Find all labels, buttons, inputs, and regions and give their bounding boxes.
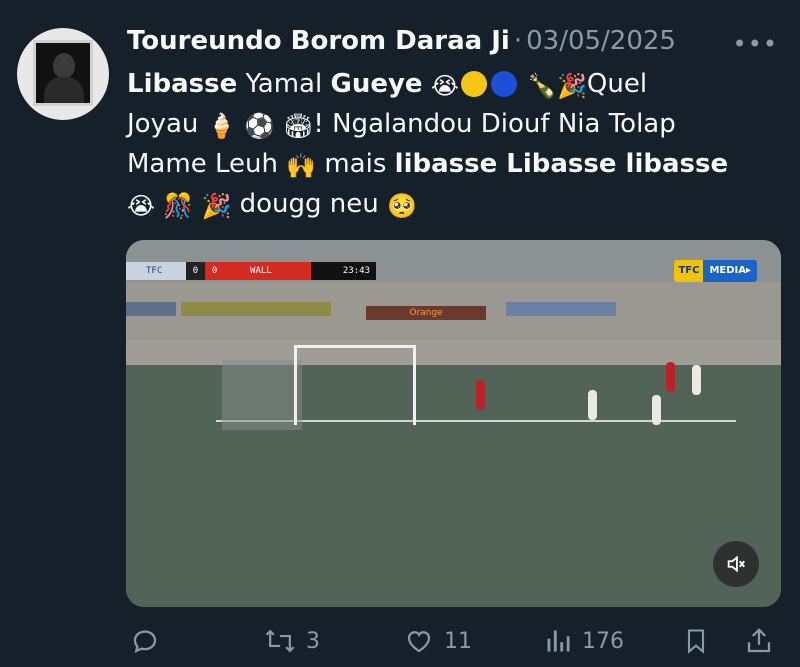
heart-icon [404,626,434,656]
text-quel: Quel [586,69,648,99]
tweet-date[interactable]: 03/05/2025 [526,26,676,56]
blue-circle-icon [490,71,517,97]
player-red [476,380,485,410]
ice-cream-emoji-icon: 🍦 [206,112,237,140]
bookmark-icon [682,626,710,656]
score-team2: WALL [224,262,311,280]
score-team1: TFC [126,262,186,280]
avatar-portrait-head [53,53,75,79]
retweet-button[interactable]: 3 [264,626,320,656]
sob-emoji-icon: 😭 [127,192,156,220]
text-mais: mais [316,149,395,179]
author-name[interactable]: Toureundo Borom Daraa Ji [127,26,510,56]
text-bold-libasse-repeat: libasse Libasse libasse [394,149,729,179]
goal-post [294,345,416,425]
reply-button[interactable] [130,626,170,656]
text-bold-gueye: Gueye [330,69,423,99]
more-options-icon[interactable]: ••• [733,30,778,58]
avatar-portrait-frame [33,40,93,106]
video-player[interactable]: Orange TFC 0 0 WALL 23:43 TFC MEDIA▸ [126,240,781,607]
text-yamal: Yamal [237,69,331,99]
champagne-emoji-icon: 🍾 [527,72,558,100]
share-button[interactable] [744,626,774,656]
views-button[interactable]: 176 [544,626,624,656]
like-count: 11 [444,628,472,654]
text-joyau: Joyau [127,109,199,139]
party-popper-emoji-icon: 🎉 [201,192,232,220]
stadium-emoji-icon: 🏟 [282,112,314,140]
header-separator: · [513,26,523,56]
video-adboard [506,302,616,316]
confetti-ball-emoji-icon: 🎊 [163,192,194,220]
scoreboard: TFC 0 0 WALL 23:43 [126,262,376,280]
score-home: 0 [185,262,206,280]
tweet-actions: 3 11 176 [0,618,800,664]
text-mame-leuh: Mame Leuh [127,149,278,179]
yellow-circle-icon [460,71,487,97]
score-away: 0 [205,262,225,280]
views-count: 176 [582,628,624,654]
player-white [692,365,701,395]
player-white [652,395,661,425]
goal-net [222,360,302,430]
player-red [666,362,675,392]
sob-emoji-icon: 😭 [430,72,459,100]
retweet-count: 3 [306,628,320,654]
orange-adboard: Orange [366,306,486,320]
party-popper-emoji-icon: 🎉 [557,72,587,100]
pleading-face-emoji-icon: 🥺 [387,192,417,220]
tfc-media-logo: TFC MEDIA▸ [674,260,757,282]
text-ngalandou: ! Ngalandou Diouf Nia Tolap [313,109,676,139]
raised-hands-emoji-icon: 🙌 [286,152,317,180]
player-white [588,390,597,420]
text-bold-libasse: Libasse [127,69,238,99]
tweet: Toureundo Borom Daraa Ji · 03/05/2025 ••… [0,0,800,667]
share-upload-icon [744,626,774,656]
reply-icon [130,626,160,656]
tweet-header: Toureundo Borom Daraa Ji · 03/05/2025 [127,26,770,62]
text-dougg-neu: dougg neu [231,189,379,219]
score-clock: 23:43 [310,262,376,280]
tfc-logo-text: TFC [674,260,704,282]
analytics-bar-icon [544,626,572,656]
video-adboard [126,302,176,316]
bookmark-button[interactable] [682,626,710,656]
volume-muted-icon[interactable] [713,541,759,587]
video-adboard [181,302,331,316]
like-button[interactable]: 11 [404,626,472,656]
avatar-portrait-body [44,77,84,103]
media-logo-text: MEDIA▸ [703,260,757,282]
tweet-text: Libasse Yamal Gueye 😭 🍾🎉Quel Joyau 🍦 ⚽ 🏟… [127,64,767,224]
retweet-icon [264,626,296,656]
soccer-ball-emoji-icon: ⚽ [244,112,275,140]
avatar[interactable] [17,28,109,120]
